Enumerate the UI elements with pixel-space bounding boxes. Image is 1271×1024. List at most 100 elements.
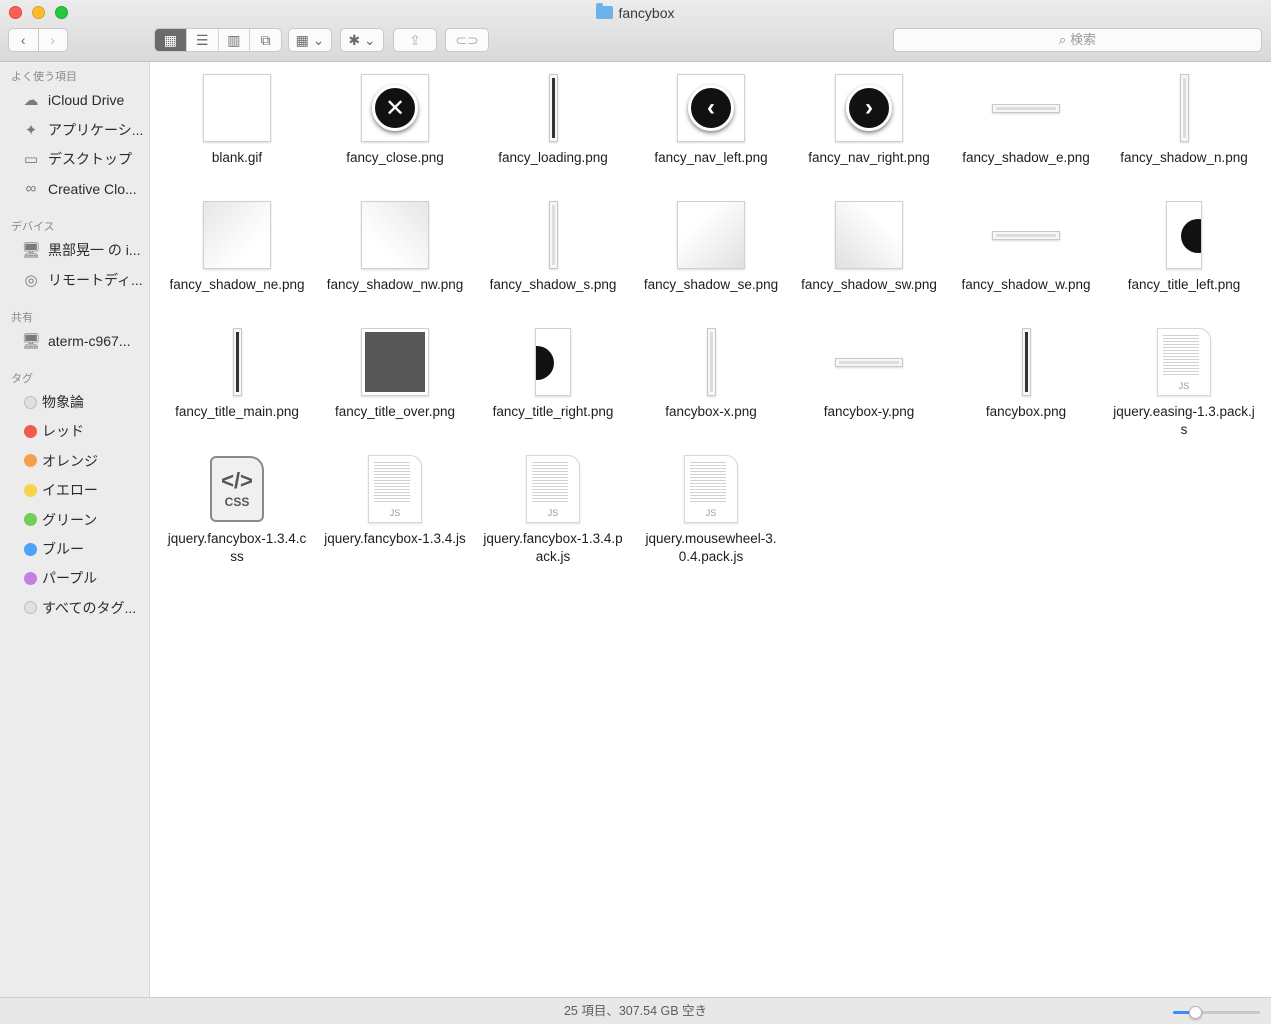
file-item[interactable]: JS jquery.mousewheel-3.0.4.pack.js	[636, 443, 786, 566]
sidebar-item-label: デスクトップ	[48, 151, 132, 167]
file-thumbnail	[676, 200, 746, 270]
file-item[interactable]: fancybox-x.png	[636, 316, 786, 421]
desktop-icon: ▭	[23, 151, 39, 168]
cover-flow-button[interactable]: ⧉	[249, 29, 281, 51]
sidebar-tag[interactable]: 物象論	[20, 391, 146, 413]
file-name: fancy_shadow_sw.png	[801, 277, 937, 292]
file-item[interactable]: fancy_shadow_s.png	[478, 189, 628, 294]
file-name: jquery.fancybox-1.3.4.css	[167, 531, 307, 564]
file-thumbnail: ✕	[360, 73, 430, 143]
js-document-icon: JS	[526, 455, 580, 523]
file-item[interactable]: JS jquery.easing-1.3.pack.js	[1109, 316, 1259, 439]
sidebar-item[interactable]: 🖥 aterm-c967...	[20, 330, 146, 352]
file-item[interactable]: fancybox.png	[951, 316, 1101, 421]
file-name: fancy_shadow_n.png	[1120, 150, 1248, 165]
file-item[interactable]: fancy_shadow_se.png	[636, 189, 786, 294]
file-item[interactable]: fancy_shadow_w.png	[951, 189, 1101, 294]
icon-size-slider-knob[interactable]	[1188, 1006, 1202, 1019]
image-thumbnail-icon	[548, 74, 558, 142]
tag-color-dot	[24, 601, 37, 615]
window-title: fancybox	[0, 3, 1271, 22]
icon-view-button[interactable]: ▦	[155, 29, 186, 51]
file-name: fancybox-y.png	[823, 404, 915, 419]
tag-color-dot	[24, 513, 37, 527]
file-thumbnail	[991, 327, 1061, 397]
sidebar-tag-label: レッド	[42, 423, 84, 440]
list-view-button[interactable]: ☰	[185, 29, 218, 51]
computer-icon: 🖥	[21, 242, 41, 259]
sidebar-tag-label: すべてのタグ...	[42, 599, 137, 616]
file-thumbnail	[1149, 200, 1219, 270]
js-document-icon: JS	[1157, 328, 1211, 396]
file-item[interactable]: fancy_shadow_e.png	[951, 62, 1101, 167]
css-document-icon: </> CSS	[210, 456, 264, 522]
image-thumbnail-icon	[232, 328, 242, 396]
file-item[interactable]: fancy_title_left.png	[1109, 189, 1259, 294]
folder-icon	[596, 3, 614, 19]
sidebar-tag-label: イエロー	[42, 482, 98, 499]
file-item[interactable]: fancybox-y.png	[794, 316, 944, 421]
sidebar: よく使う項目 ☁ iCloud Drive ✦ アプリケーシ... ▭ デスクトップ ∞ Cre…	[0, 62, 150, 997]
window-title-text: fancybox	[618, 5, 675, 21]
icon-size-slider[interactable]	[1173, 1006, 1260, 1019]
file-item[interactable]: JS jquery.fancybox-1.3.4.js	[320, 443, 470, 548]
file-item[interactable]: fancy_title_main.png	[162, 316, 312, 421]
sidebar-item[interactable]: ∞ Creative Clo...	[20, 178, 146, 200]
file-item[interactable]: fancy_shadow_ne.png	[162, 189, 312, 294]
file-item[interactable]: fancy_shadow_n.png	[1109, 62, 1259, 167]
file-item[interactable]: JS jquery.fancybox-1.3.4.pack.js	[478, 443, 628, 566]
sidebar-item[interactable]: ◎ リモートディ...	[20, 269, 146, 291]
sidebar-tag[interactable]: ブルー	[20, 538, 146, 560]
sidebar-item-label: aterm-c967...	[48, 333, 131, 349]
tag-button[interactable]: ⊂⊃	[445, 28, 489, 52]
share-button[interactable]: ⇪	[393, 28, 437, 52]
file-item[interactable]: ‹ fancy_nav_left.png	[636, 62, 786, 167]
file-item[interactable]: fancy_shadow_sw.png	[794, 189, 944, 294]
image-thumbnail-icon	[677, 201, 745, 269]
image-thumbnail-icon	[706, 328, 716, 396]
js-document-icon: JS	[368, 455, 422, 523]
arrange-button[interactable]: ▦ ⌄	[288, 28, 332, 52]
image-thumbnail-icon: ›	[835, 74, 903, 142]
sidebar-item[interactable]: ✦ アプリケーシ...	[20, 119, 146, 141]
sidebar-tag[interactable]: イエロー	[20, 479, 146, 501]
file-item[interactable]: › fancy_nav_right.png	[794, 62, 944, 167]
file-item[interactable]: ✕ fancy_close.png	[320, 62, 470, 167]
sidebar-tag[interactable]: すべてのタグ...	[20, 597, 146, 619]
file-item[interactable]: fancy_title_over.png	[320, 316, 470, 421]
sidebar-item[interactable]: ☁ iCloud Drive	[20, 89, 146, 111]
file-name: fancy_close.png	[346, 150, 444, 165]
file-name: fancy_shadow_ne.png	[169, 277, 305, 292]
back-button[interactable]: ‹	[9, 29, 38, 51]
file-item[interactable]: fancy_title_right.png	[478, 316, 628, 421]
tag-color-dot	[24, 454, 37, 468]
sidebar-tag[interactable]: パープル	[20, 567, 146, 589]
file-thumbnail	[518, 327, 588, 397]
image-thumbnail-icon	[835, 201, 903, 269]
image-thumbnail-icon	[1021, 328, 1031, 396]
sidebar-tag[interactable]: オレンジ	[20, 450, 146, 472]
file-item[interactable]: fancy_loading.png	[478, 62, 628, 167]
view-mode-group: ▦ ☰ ▥ ⧉	[154, 28, 282, 52]
sidebar-tag-label: パープル	[42, 570, 98, 587]
search-field[interactable]: ⌕ 検索	[893, 28, 1262, 52]
creative-cloud-icon: ∞	[25, 180, 37, 197]
image-thumbnail-icon	[992, 230, 1060, 240]
file-name: fancybox-x.png	[665, 404, 757, 419]
sidebar-item[interactable]: 🖥 黒部晃一 の i...	[20, 239, 146, 261]
file-name: fancy_title_left.png	[1127, 277, 1241, 292]
sidebar-tag[interactable]: レッド	[20, 420, 146, 442]
file-name: fancybox.png	[985, 404, 1067, 419]
tag-color-dot	[24, 395, 37, 409]
sidebar-tag[interactable]: グリーン	[20, 509, 146, 531]
column-view-button[interactable]: ▥	[217, 29, 250, 51]
sidebar-item[interactable]: ▭ デスクトップ	[20, 148, 146, 170]
action-gear-button[interactable]: ✱ ⌄	[340, 28, 384, 52]
file-name: fancy_title_main.png	[175, 404, 299, 419]
image-thumbnail-icon	[203, 201, 271, 269]
file-item[interactable]: blank.gif	[162, 62, 312, 167]
document-lines	[532, 462, 568, 502]
file-item[interactable]: fancy_shadow_nw.png	[320, 189, 470, 294]
forward-button[interactable]: ›	[37, 29, 68, 51]
file-item[interactable]: </> CSS jquery.fancybox-1.3.4.css	[162, 443, 312, 566]
